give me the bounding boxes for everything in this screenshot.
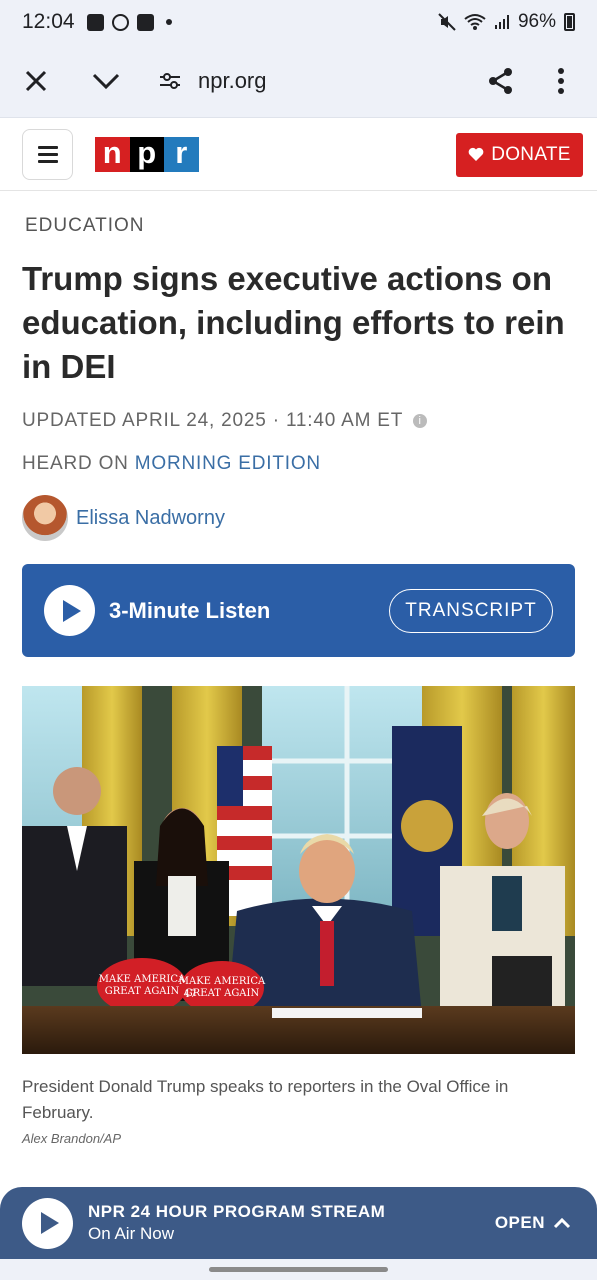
status-time: 12:04 xyxy=(22,10,75,33)
donate-label: DONATE xyxy=(491,143,571,165)
checkbox-icon xyxy=(136,13,154,31)
logo-letter-r: r xyxy=(164,137,199,172)
play-icon xyxy=(41,1212,59,1234)
hamburger-icon-line xyxy=(37,153,58,156)
sync-icon xyxy=(111,13,129,31)
author-name[interactable]: Elissa Nadworny xyxy=(76,507,225,530)
wifi-icon xyxy=(464,14,486,30)
photo-credit: Alex Brandon/AP xyxy=(22,1131,122,1146)
stream-title: NPR 24 HOUR PROGRAM STREAM xyxy=(88,1202,386,1221)
listen-duration: 3-Minute Listen xyxy=(109,597,271,623)
address-bar[interactable]: npr.org xyxy=(158,68,267,94)
mute-icon xyxy=(438,13,456,31)
npr-logo[interactable]: n p r xyxy=(95,137,199,172)
more-vert-icon xyxy=(558,67,564,94)
hat-text-2: GREAT AGAIN xyxy=(105,986,180,997)
updated-text: UPDATED APRIL 24, 2025 · 11:40 AM ET xyxy=(22,410,404,431)
section-label[interactable]: EDUCATION xyxy=(25,215,144,237)
share-icon xyxy=(489,67,512,94)
live-stream-player[interactable]: NPR 24 HOUR PROGRAM STREAM On Air Now OP… xyxy=(0,1187,597,1259)
info-icon[interactable]: i xyxy=(413,414,428,428)
menu-button[interactable] xyxy=(22,129,73,180)
stream-play-button[interactable] xyxy=(22,1197,73,1249)
updated-timestamp: UPDATED APRIL 24, 2025 · 11:40 AM ET i xyxy=(22,410,428,432)
battery-icon xyxy=(564,13,575,31)
logo-letter-n: n xyxy=(95,137,130,172)
status-right: 96% xyxy=(438,11,575,33)
article-photo[interactable]: MAKE AMERICA GREAT AGAIN MAKE AMERICA GR… xyxy=(22,686,575,1054)
close-icon xyxy=(25,70,47,91)
heard-on-prefix: HEARD ON xyxy=(22,453,135,474)
headline: Trump signs executive actions on educati… xyxy=(22,260,565,385)
player-text: NPR 24 HOUR PROGRAM STREAM On Air Now xyxy=(88,1202,385,1244)
url-text: npr.org xyxy=(198,67,267,93)
gesture-nav-bar xyxy=(0,1259,597,1280)
audio-listen-bar: 3-Minute Listen TRANSCRIPT xyxy=(22,564,575,657)
heart-icon xyxy=(468,147,484,161)
heard-on-show-link[interactable]: MORNING EDITION xyxy=(135,453,321,474)
hat-text-1: MAKE AMERICA xyxy=(99,974,186,985)
heard-on: HEARD ON MORNING EDITION xyxy=(22,453,321,475)
hamburger-icon-line xyxy=(37,146,58,149)
hat-text-5: 47 xyxy=(184,989,197,1000)
share-button[interactable] xyxy=(481,61,521,101)
signal-icon xyxy=(494,15,509,29)
chevron-up-icon xyxy=(553,1217,571,1229)
browser-toolbar: npr.org xyxy=(0,44,597,118)
stream-subtitle: On Air Now xyxy=(88,1224,174,1243)
site-header: n p r DONATE xyxy=(0,119,597,191)
photo-caption: President Donald Trump speaks to reporte… xyxy=(22,1077,509,1122)
hat-text-3: MAKE AMERICA xyxy=(179,976,266,987)
close-tab-button[interactable] xyxy=(16,61,56,101)
donate-button[interactable]: DONATE xyxy=(456,132,583,177)
battery-percent: 96% xyxy=(517,11,556,32)
minimize-button[interactable] xyxy=(86,61,126,101)
gallery-icon xyxy=(86,13,104,31)
open-label: OPEN xyxy=(494,1213,545,1232)
site-settings-icon[interactable] xyxy=(158,72,182,90)
logo-letter-p: p xyxy=(129,137,164,172)
notification-icons xyxy=(86,13,172,31)
play-icon xyxy=(63,599,81,622)
play-button[interactable] xyxy=(44,585,95,636)
home-handle[interactable] xyxy=(209,1267,388,1272)
more-notifications-icon xyxy=(165,19,172,25)
browser-actions xyxy=(481,61,581,101)
status-bar: 12:04 96% xyxy=(0,0,597,44)
hamburger-icon-line xyxy=(37,160,58,163)
transcript-button[interactable]: TRANSCRIPT xyxy=(389,588,553,633)
more-options-button[interactable] xyxy=(541,61,581,101)
open-player-button[interactable]: OPEN xyxy=(495,1213,571,1233)
byline[interactable]: Elissa Nadworny xyxy=(22,495,225,541)
photo-illustration: MAKE AMERICA GREAT AGAIN MAKE AMERICA GR… xyxy=(22,686,575,1054)
author-avatar[interactable] xyxy=(22,495,68,541)
chevron-down-icon xyxy=(92,73,120,89)
